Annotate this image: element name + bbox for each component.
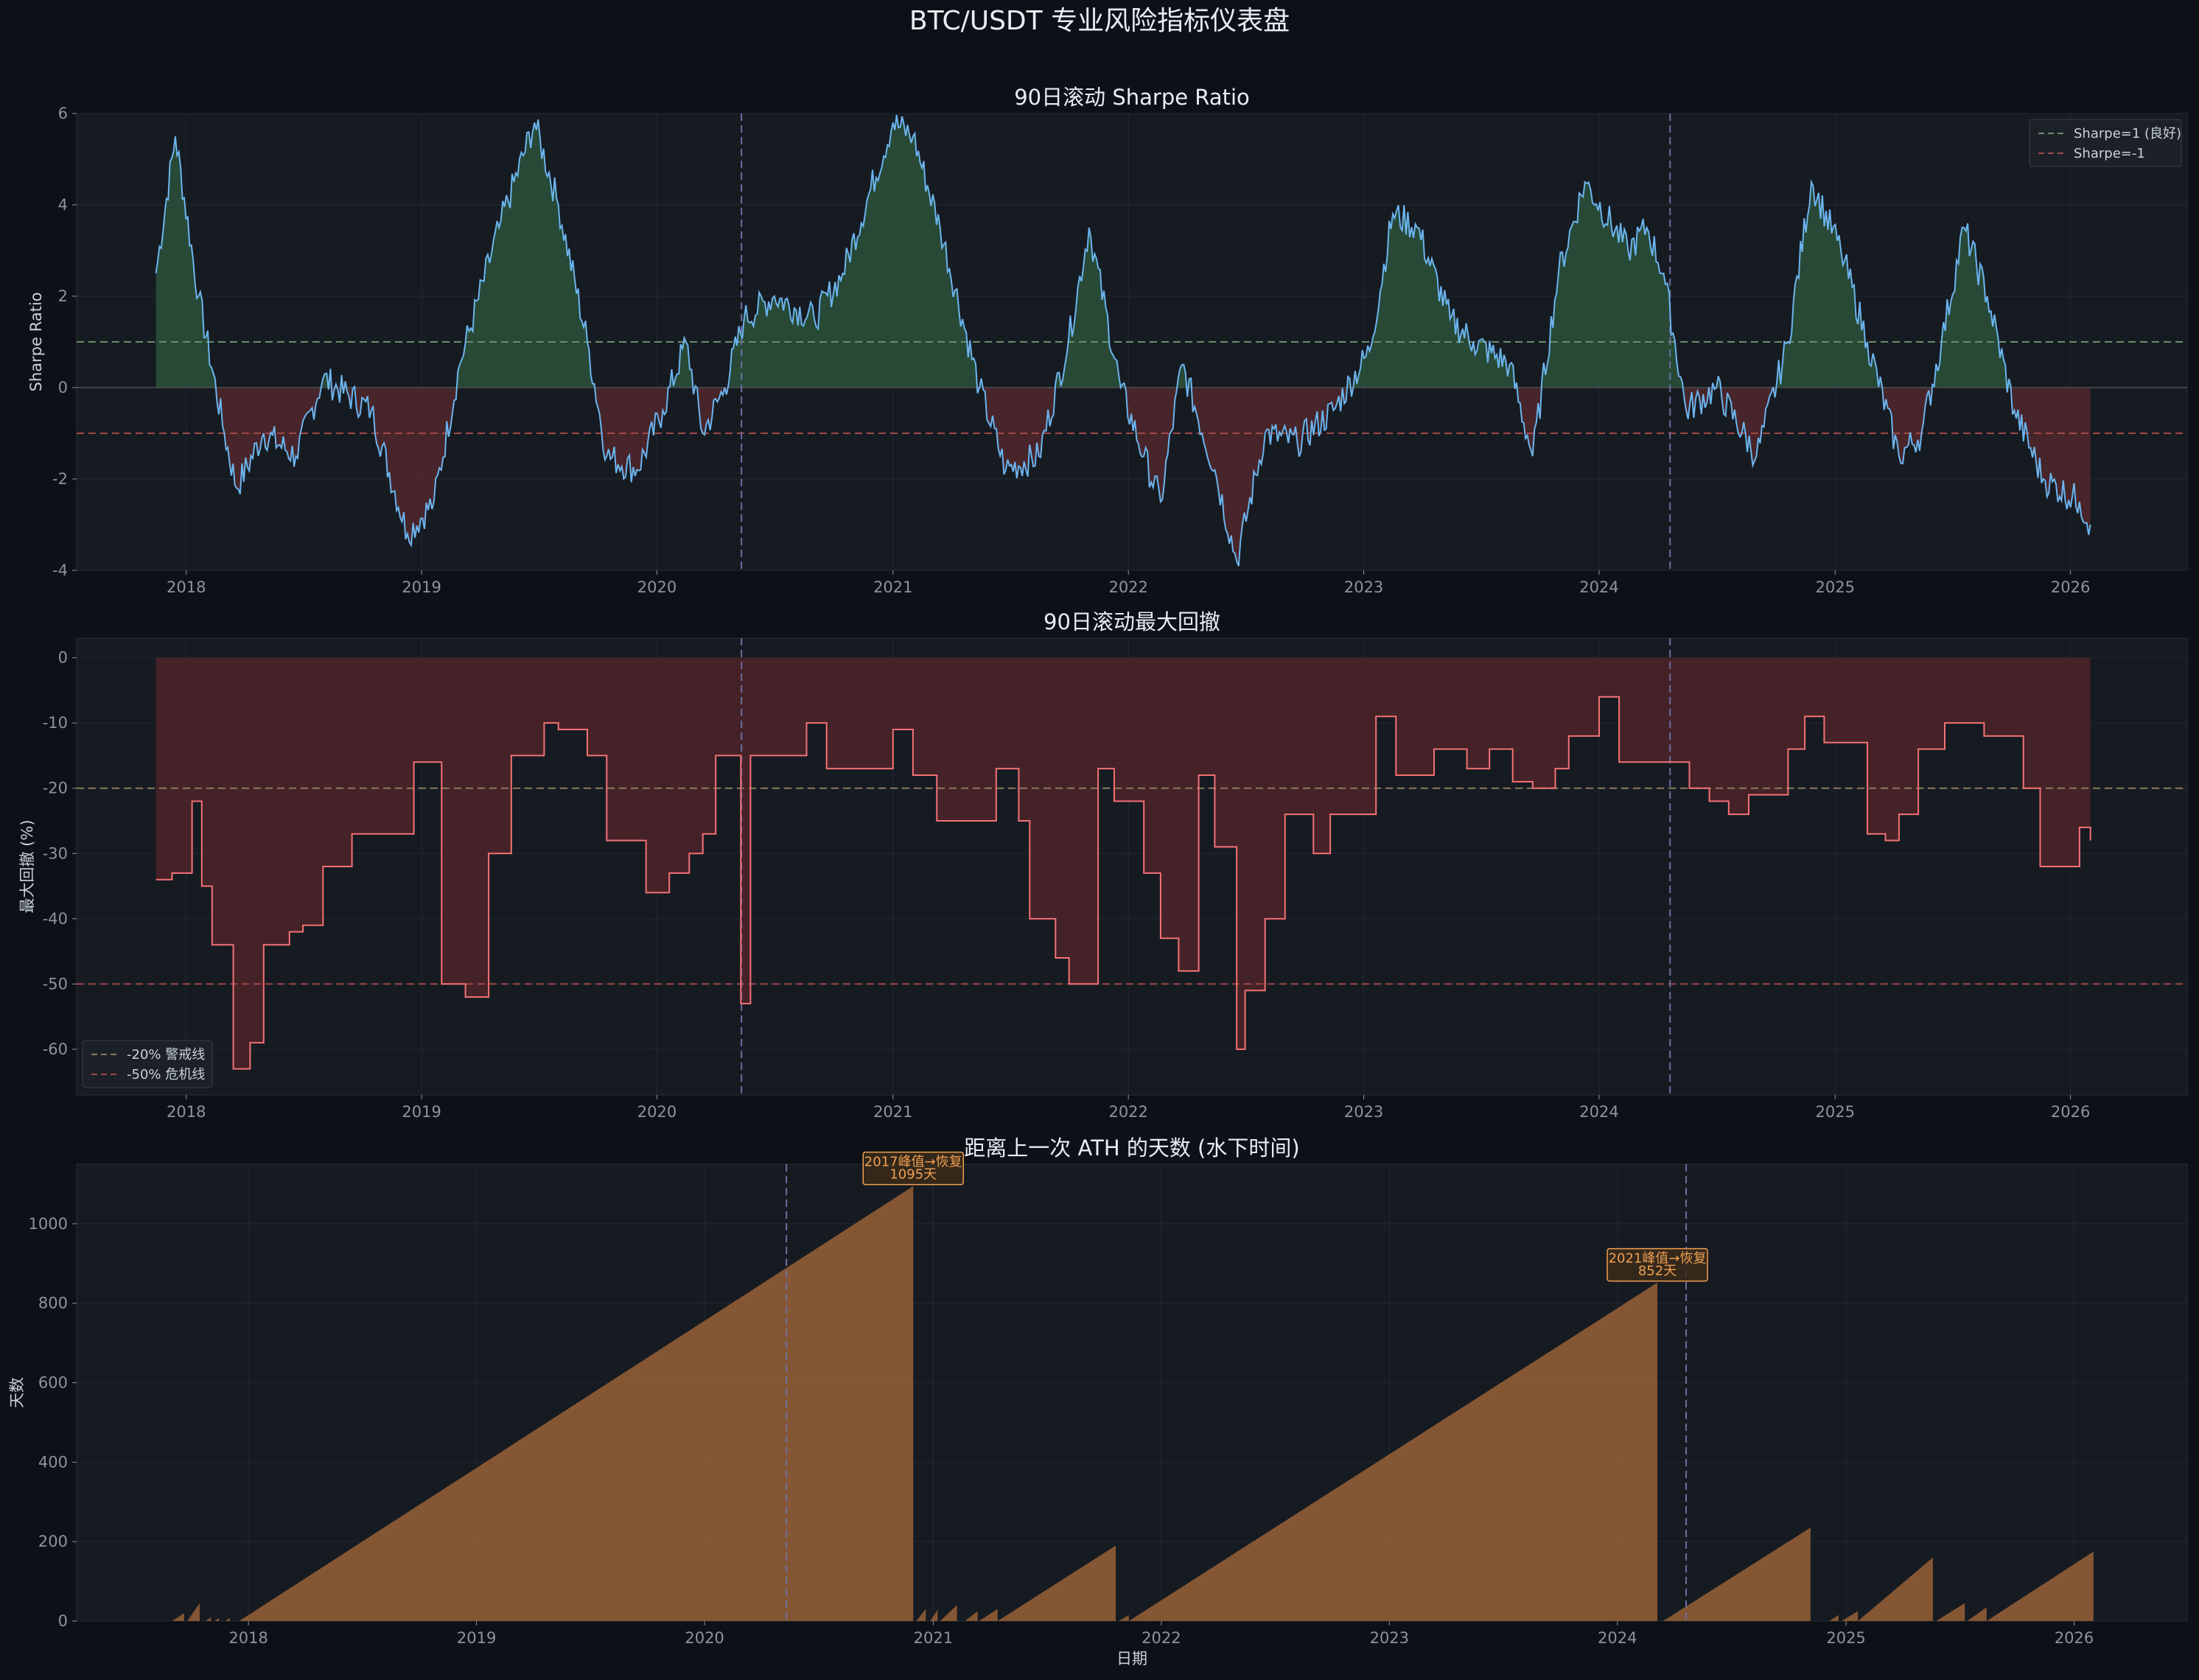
sharpe-title: 90日滚动 Sharpe Ratio xyxy=(1014,85,1250,110)
sharpe-tick-label-x: 2025 xyxy=(1816,578,1855,596)
underwater-tick-label-x: 2018 xyxy=(228,1629,268,1647)
sharpe-tick-label-y: 4 xyxy=(58,196,68,214)
underwater-tick-label-y: 400 xyxy=(38,1453,68,1471)
sharpe-tick-label-x: 2026 xyxy=(2051,578,2090,596)
underwater-tick-label-x: 2022 xyxy=(1142,1629,1181,1647)
sharpe-tick-label-x: 2020 xyxy=(637,578,677,596)
drawdown-tick-label-y: -60 xyxy=(43,1040,68,1058)
underwater-tick-label-x: 2026 xyxy=(2055,1629,2094,1647)
annotation-value: 1095天 xyxy=(889,1167,937,1183)
underwater-tick-label-y: 800 xyxy=(38,1295,68,1312)
underwater-x-label: 日期 xyxy=(1116,1650,1147,1667)
underwater-tick-label-x: 2024 xyxy=(1598,1629,1637,1647)
drawdown-panel: 90日滚动最大回撤 最大回撤 (%) -60 -50 -40 -30 -20 -10 0 20… xyxy=(18,609,2188,1121)
sharpe-tick-label-x: 2024 xyxy=(1579,578,1618,596)
annotation-value: 852天 xyxy=(1638,1264,1677,1279)
sharpe-tick-label-x: 2022 xyxy=(1108,578,1147,596)
drawdown-legend: -20% 警戒线 -50% 危机线 xyxy=(82,1040,213,1088)
sharpe-legend: Sharpe=1 (良好) Sharpe=-1 xyxy=(2029,119,2182,167)
underwater-title: 距离上一次 ATH 的天数 (水下时间) xyxy=(964,1135,1299,1161)
drawdown-tick-label-x: 2020 xyxy=(637,1103,677,1121)
drawdown-tick-label-y: -50 xyxy=(43,975,68,993)
dashboard-title: BTC/USDT 专业风险指标仪表盘 xyxy=(909,6,1290,36)
drawdown-tick-label-y: -40 xyxy=(43,910,68,928)
underwater-panel: 距离上一次 ATH 的天数 (水下时间) 天数 日期 0 200 400 600 800… xyxy=(8,1135,2188,1667)
drawdown-tick-label-y: 0 xyxy=(58,649,68,667)
legend-label-warning: -20% 警戒线 xyxy=(127,1047,205,1063)
underwater-tick-label-x: 2020 xyxy=(685,1629,724,1647)
drawdown-tick-label-x: 2018 xyxy=(167,1103,206,1121)
drawdown-tick-label-y: -30 xyxy=(43,844,68,862)
sharpe-tick-label-x: 2018 xyxy=(167,578,206,596)
legend-label-sharpe-good: Sharpe=1 (良好) xyxy=(2074,126,2181,141)
drawdown-y-label: 最大回撤 (%) xyxy=(18,819,36,913)
drawdown-tick-label-x: 2024 xyxy=(1579,1103,1618,1121)
underwater-tick-label-y: 600 xyxy=(38,1374,68,1392)
legend-label-crisis: -50% 危机线 xyxy=(127,1067,205,1082)
underwater-tick-label-x: 2021 xyxy=(914,1629,953,1647)
underwater-tick-label-x: 2025 xyxy=(1826,1629,1865,1647)
dashboard-figure: BTC/USDT 专业风险指标仪表盘 90日滚动 Sharpe Ratio Sh… xyxy=(0,0,2199,1680)
underwater-tick-label-y: 200 xyxy=(38,1533,68,1550)
underwater-tick-label-x: 2023 xyxy=(1370,1629,1409,1647)
sharpe-tick-label-y: -2 xyxy=(52,470,68,488)
sharpe-tick-label-y: 6 xyxy=(58,105,68,122)
underwater-y-label: 天数 xyxy=(8,1377,26,1408)
drawdown-tick-label-x: 2021 xyxy=(873,1103,912,1121)
sharpe-y-label: Sharpe Ratio xyxy=(27,293,45,392)
underwater-tick-label-y: 0 xyxy=(58,1612,68,1630)
sharpe-tick-label-x: 2019 xyxy=(402,578,441,596)
drawdown-tick-label-y: -20 xyxy=(43,780,68,797)
drawdown-title: 90日滚动最大回撤 xyxy=(1043,609,1220,634)
drawdown-tick-label-x: 2026 xyxy=(2051,1103,2090,1121)
sharpe-tick-label-y: 2 xyxy=(58,287,68,305)
drawdown-tick-label-y: -10 xyxy=(43,714,68,732)
sharpe-panel: 90日滚动 Sharpe Ratio Sharpe Ratio -4 -2 0 2 4 6… xyxy=(27,85,2188,596)
sharpe-tick-label-y: -4 xyxy=(52,561,68,579)
sharpe-tick-label-y: 0 xyxy=(58,379,68,396)
drawdown-tick-label-x: 2023 xyxy=(1344,1103,1383,1121)
drawdown-tick-label-x: 2022 xyxy=(1108,1103,1147,1121)
legend-label-sharpe-bad: Sharpe=-1 xyxy=(2074,146,2145,161)
underwater-tick-label-x: 2019 xyxy=(457,1629,496,1647)
sharpe-tick-label-x: 2023 xyxy=(1344,578,1383,596)
underwater-tick-label-y: 1000 xyxy=(29,1215,68,1233)
drawdown-tick-label-x: 2025 xyxy=(1816,1103,1855,1121)
drawdown-tick-label-x: 2019 xyxy=(402,1103,441,1121)
sharpe-tick-label-x: 2021 xyxy=(873,578,912,596)
